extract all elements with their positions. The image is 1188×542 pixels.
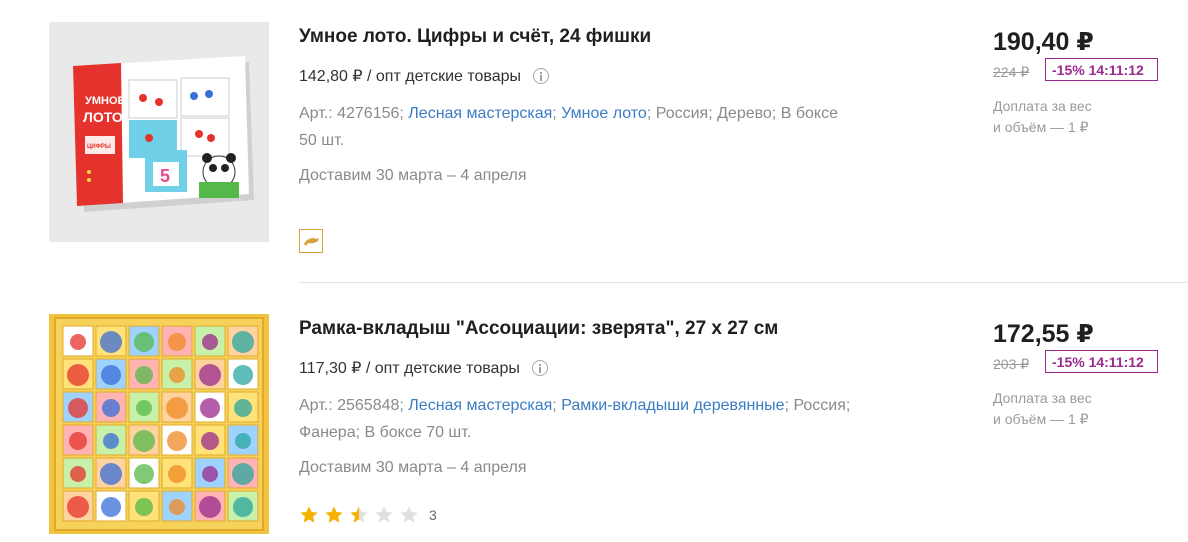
puzzle-piece <box>70 334 86 350</box>
surcharge-note: Доплата за вес и объём — 1 ₽ <box>993 96 1092 138</box>
puzzle-piece <box>169 499 185 515</box>
reviews-count[interactable]: 3 <box>429 507 437 523</box>
lotto-box-image: УМНОЕ ЛОТО ЦИФРЫ 5 <box>49 22 269 242</box>
star-row <box>299 505 424 525</box>
svg-text:УМНОЕ: УМНОЕ <box>85 95 125 107</box>
old-price: 203 ₽ <box>993 356 1030 372</box>
dolphin-icon-glyph <box>304 238 319 246</box>
discount-timer-badge: -15% 14:11:12 <box>1045 58 1158 81</box>
puzzle-piece <box>233 497 253 517</box>
product-title[interactable]: Рамка-вкладыш "Ассоциации: зверята", 27 … <box>299 318 778 340</box>
current-price: 190,40 ₽ <box>993 28 1094 56</box>
star-filled-icon <box>300 506 318 523</box>
wholesale-price-text: 117,30 ₽ / опт детские товары <box>299 360 520 377</box>
puzzle-piece <box>134 464 154 484</box>
puzzle-piece <box>70 466 86 482</box>
svg-text:ЦИФРЫ: ЦИФРЫ <box>87 144 111 150</box>
surcharge-line-1: Доплата за вес <box>993 98 1092 114</box>
product-image[interactable]: УМНОЕ ЛОТО ЦИФРЫ 5 <box>49 22 269 242</box>
puzzle-piece <box>166 397 188 419</box>
puzzle-piece <box>200 398 220 418</box>
product-attributes: Арт.: 4276156; Лесная мастерская; Умное … <box>299 100 859 154</box>
puzzle-frame-image <box>49 314 269 534</box>
surcharge-note: Доплата за вес и объём — 1 ₽ <box>993 388 1092 430</box>
star-empty-icon <box>375 506 393 523</box>
puzzle-piece <box>100 331 122 353</box>
wholesale-price-text: 142,80 ₽ / опт детские товары <box>299 68 522 85</box>
current-price: 172,55 ₽ <box>993 320 1094 348</box>
puzzle-piece <box>101 365 121 385</box>
puzzle-piece <box>168 465 186 483</box>
category-link[interactable]: Рамки-вкладыши деревянные <box>561 397 784 414</box>
puzzle-piece <box>202 466 218 482</box>
discount-timer-badge: -15% 14:11:12 <box>1045 350 1158 373</box>
surcharge-line-2: и объём — 1 ₽ <box>993 119 1089 135</box>
puzzle-piece <box>167 431 187 451</box>
puzzle-piece <box>199 364 221 386</box>
puzzle-piece <box>103 433 119 449</box>
product-attributes: Арт.: 2565848; Лесная мастерская; Рамки-… <box>299 392 859 446</box>
puzzle-piece <box>234 399 252 417</box>
star-filled-icon <box>325 506 343 523</box>
puzzle-piece <box>136 400 152 416</box>
old-price: 224 ₽ <box>993 64 1030 80</box>
wholesale-price: 142,80 ₽ / опт детские товары <box>299 66 550 86</box>
product-divider <box>299 282 1188 283</box>
puzzle-piece <box>232 463 254 485</box>
product-card: Рамка-вкладыш "Ассоциации: зверята", 27 … <box>0 292 1188 542</box>
puzzle-piece <box>133 430 155 452</box>
puzzle-piece <box>67 496 89 518</box>
puzzle-piece <box>101 497 121 517</box>
rating-stars[interactable]: 3 <box>299 505 437 525</box>
puzzle-piece <box>68 398 88 418</box>
delivery-dates: Доставим 30 марта – 4 апреля <box>299 167 527 184</box>
attr-separator: ; <box>552 397 562 414</box>
star-half-icon <box>350 506 368 523</box>
puzzle-piece <box>235 433 251 449</box>
surcharge-line-1: Доплата за вес <box>993 390 1092 406</box>
puzzle-piece <box>169 367 185 383</box>
puzzle-piece <box>135 366 153 384</box>
puzzle-piece <box>100 463 122 485</box>
info-icon[interactable] <box>533 68 550 84</box>
puzzle-piece <box>233 365 253 385</box>
puzzle-piece <box>102 399 120 417</box>
delivery-dates: Доставим 30 марта – 4 апреля <box>299 459 527 476</box>
puzzle-piece <box>202 334 218 350</box>
puzzle-piece <box>232 331 254 353</box>
puzzle-piece <box>168 333 186 351</box>
puzzle-piece <box>67 364 89 386</box>
puzzle-piece <box>201 432 219 450</box>
svg-text:5: 5 <box>160 166 170 186</box>
puzzle-piece <box>135 498 153 516</box>
puzzle-piece <box>134 332 154 352</box>
article-text: Арт.: 2565848; <box>299 397 409 414</box>
brand-link[interactable]: Лесная мастерская <box>408 397 552 414</box>
surcharge-line-2: и объём — 1 ₽ <box>993 411 1089 427</box>
info-icon[interactable] <box>531 360 548 376</box>
product-card: УМНОЕ ЛОТО ЦИФРЫ 5 Умное лото. Цифры и с… <box>0 0 1188 282</box>
product-title[interactable]: Умное лото. Цифры и счёт, 24 фишки <box>299 26 651 48</box>
svg-text:ЛОТО: ЛОТО <box>83 109 123 125</box>
puzzle-piece <box>69 432 87 450</box>
attr-separator: ; <box>552 105 562 122</box>
star-empty-icon <box>400 506 418 523</box>
puzzle-piece <box>199 496 221 518</box>
article-text: Арт.: 4276156; <box>299 105 409 122</box>
dolphin-icon[interactable] <box>299 229 323 253</box>
product-image[interactable] <box>49 314 269 534</box>
category-link[interactable]: Умное лото <box>561 105 647 122</box>
wholesale-price: 117,30 ₽ / опт детские товары <box>299 358 548 378</box>
brand-link[interactable]: Лесная мастерская <box>408 105 552 122</box>
